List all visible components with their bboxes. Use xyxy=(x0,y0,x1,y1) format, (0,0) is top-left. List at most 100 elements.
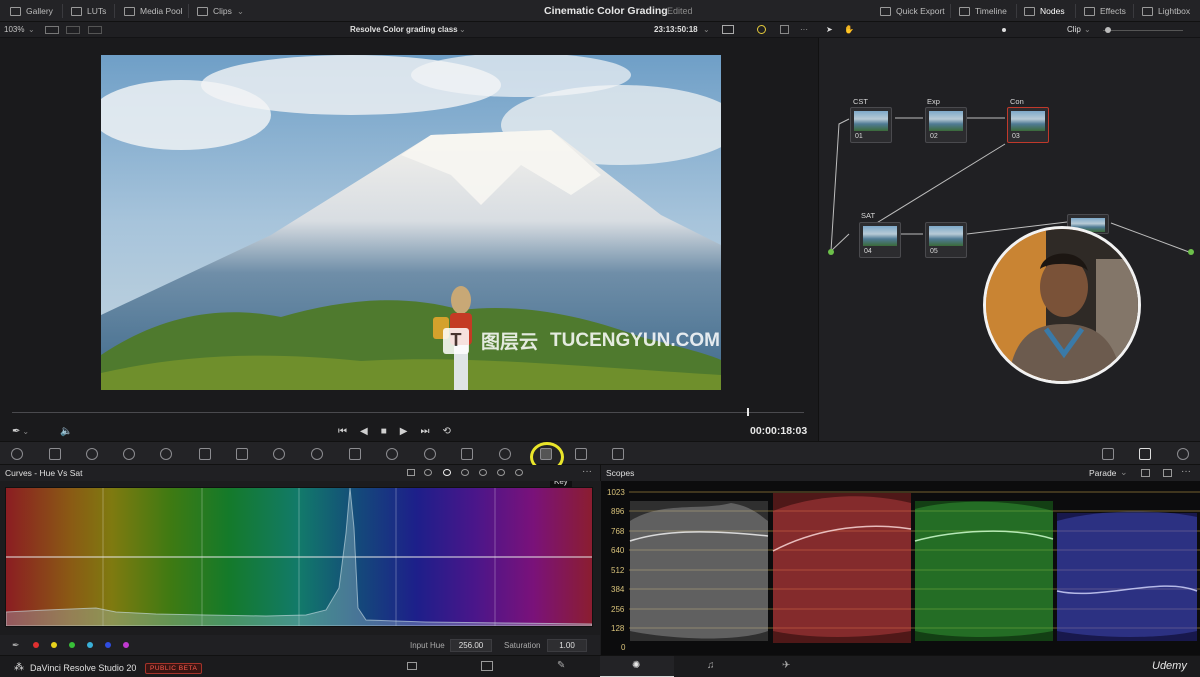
skip-to-end-icon[interactable]: ⏭ xyxy=(420,426,429,437)
nodes-button[interactable]: Nodes xyxy=(1024,0,1065,22)
color-wheels-icon[interactable] xyxy=(11,448,23,460)
hdr-icon[interactable] xyxy=(123,448,135,460)
gallery-button[interactable]: Gallery xyxy=(10,0,53,22)
custom-curve-icon[interactable] xyxy=(407,469,415,476)
fairlight-page-icon[interactable]: ♫ xyxy=(707,660,715,671)
lightbox-button[interactable]: Lightbox xyxy=(1142,0,1190,22)
window-icon[interactable] xyxy=(386,448,398,460)
magic-mask-icon[interactable] xyxy=(461,448,473,460)
sat-vs-lum-icon[interactable] xyxy=(515,469,523,476)
saturation-field[interactable]: 1.00 xyxy=(547,639,587,652)
effects-button[interactable]: Effects xyxy=(1084,0,1126,22)
blur-icon[interactable] xyxy=(499,448,511,460)
layout-split-icon[interactable] xyxy=(66,26,80,34)
expand-icon[interactable] xyxy=(1163,469,1172,477)
green-swatch[interactable] xyxy=(69,642,75,648)
eyedropper-icon[interactable]: ✒ xyxy=(12,640,20,651)
play-icon[interactable]: ▶ xyxy=(400,426,408,437)
eyedropper-tool[interactable]: ✒ ⌄ xyxy=(12,424,29,438)
loop-icon[interactable]: ⟲ xyxy=(442,426,450,437)
edit-page-icon[interactable]: ✎ xyxy=(557,660,565,671)
timeline-button[interactable]: Timeline xyxy=(959,0,1007,22)
color-page-icon: ✺ xyxy=(632,660,641,671)
chevron-down-icon: ⌄ xyxy=(1120,467,1128,477)
node-01[interactable]: 01 xyxy=(850,107,892,143)
clips-icon xyxy=(197,6,208,16)
deliver-page-icon[interactable]: ✈ xyxy=(782,660,790,671)
camera-raw-icon[interactable] xyxy=(49,448,61,460)
hue-vs-sat-curve-editor[interactable] xyxy=(5,487,593,627)
info-icon[interactable] xyxy=(1177,448,1189,460)
pointer-icon[interactable]: ➤ xyxy=(826,25,833,34)
cut-page-icon[interactable] xyxy=(481,661,493,671)
hue-vs-sat-icon[interactable] xyxy=(443,469,451,476)
clip-name-select[interactable]: Resolve Color grading class xyxy=(350,25,458,34)
fullscreen-icon[interactable] xyxy=(780,25,789,34)
tracker-icon[interactable] xyxy=(424,448,436,460)
media-page-icon[interactable] xyxy=(407,662,417,670)
color-warper-icon[interactable] xyxy=(273,448,285,460)
node-label-sat: SAT xyxy=(861,211,876,220)
layout-compare-icon[interactable] xyxy=(88,26,102,34)
node-03[interactable]: 03 xyxy=(1007,107,1049,143)
curves-icon[interactable] xyxy=(236,448,248,460)
qualifier-picker-icon[interactable] xyxy=(349,448,361,460)
svg-text:384: 384 xyxy=(611,585,625,594)
qualifier-icon[interactable] xyxy=(311,448,323,460)
step-back-icon[interactable]: ◀ xyxy=(360,426,368,437)
primaries-icon[interactable] xyxy=(86,448,98,460)
scope-mode-select[interactable]: Parade xyxy=(1089,468,1116,478)
sat-vs-sat-icon[interactable] xyxy=(497,469,505,476)
curve-graph[interactable] xyxy=(6,488,592,626)
curves-header: Curves - Hue Vs Sat ··· xyxy=(0,465,600,481)
motion-effects-icon[interactable] xyxy=(199,448,211,460)
node-mode-select[interactable]: Clip xyxy=(1067,25,1081,34)
magenta-swatch[interactable] xyxy=(123,642,129,648)
sizing-icon[interactable] xyxy=(575,448,587,460)
skip-to-start-icon[interactable]: ⏮ xyxy=(338,426,347,437)
chevron-down-icon: ⌄ xyxy=(703,25,710,34)
red-swatch[interactable] xyxy=(33,642,39,648)
layout-single-icon[interactable] xyxy=(45,26,59,34)
3d-icon[interactable] xyxy=(612,448,624,460)
node-zoom-slider[interactable] xyxy=(1103,30,1183,31)
presenter-image xyxy=(986,229,1138,381)
color-bypass-icon[interactable] xyxy=(757,25,766,34)
media-pool-button[interactable]: Media Pool xyxy=(124,0,183,22)
svg-text:128: 128 xyxy=(611,624,625,633)
rgb-mixer-icon[interactable] xyxy=(160,448,172,460)
quick-export-button[interactable]: Quick Export xyxy=(880,0,945,22)
lum-vs-sat-icon[interactable] xyxy=(479,469,487,476)
watermark-cn: 图层云 xyxy=(481,332,539,353)
beta-badge: PUBLIC BETA xyxy=(145,663,203,674)
hue-vs-lum-icon[interactable] xyxy=(461,469,469,476)
audio-button[interactable]: 🔈 xyxy=(60,424,72,438)
node-05[interactable]: 05 xyxy=(925,222,967,258)
more-options-icon[interactable]: ··· xyxy=(582,466,592,477)
stop-icon[interactable]: ■ xyxy=(381,426,387,437)
cyan-swatch[interactable] xyxy=(87,642,93,648)
hue-vs-hue-icon[interactable] xyxy=(424,469,432,476)
clips-button[interactable]: Clips ⌄ xyxy=(197,0,244,22)
node-04[interactable]: 04 xyxy=(859,222,901,258)
curves-title: Curves - Hue Vs Sat xyxy=(5,468,83,478)
more-options-icon[interactable]: ··· xyxy=(800,25,808,34)
more-options-icon[interactable]: ··· xyxy=(1181,466,1191,477)
davinci-logo-icon: ⁂ xyxy=(14,662,24,673)
scope-settings-icon[interactable] xyxy=(1102,448,1114,460)
zoom-select[interactable]: 103% xyxy=(4,25,24,34)
node-02[interactable]: 02 xyxy=(925,107,967,143)
lightbox-icon xyxy=(1142,6,1153,16)
speaker-icon: 🔈 xyxy=(60,425,73,437)
blue-swatch[interactable] xyxy=(105,642,111,648)
slider-handle[interactable] xyxy=(1105,27,1111,33)
input-hue-field[interactable]: 256.00 xyxy=(450,639,492,652)
yellow-swatch[interactable] xyxy=(51,642,57,648)
hand-icon[interactable]: ✋ xyxy=(844,25,854,34)
playhead[interactable] xyxy=(746,408,749,416)
monitor-icon[interactable] xyxy=(722,25,734,34)
luts-button[interactable]: LUTs xyxy=(71,0,106,22)
scopes-icon[interactable] xyxy=(1139,448,1151,460)
scope-settings-icon[interactable] xyxy=(1141,469,1150,477)
scrubber-track[interactable] xyxy=(12,412,804,413)
